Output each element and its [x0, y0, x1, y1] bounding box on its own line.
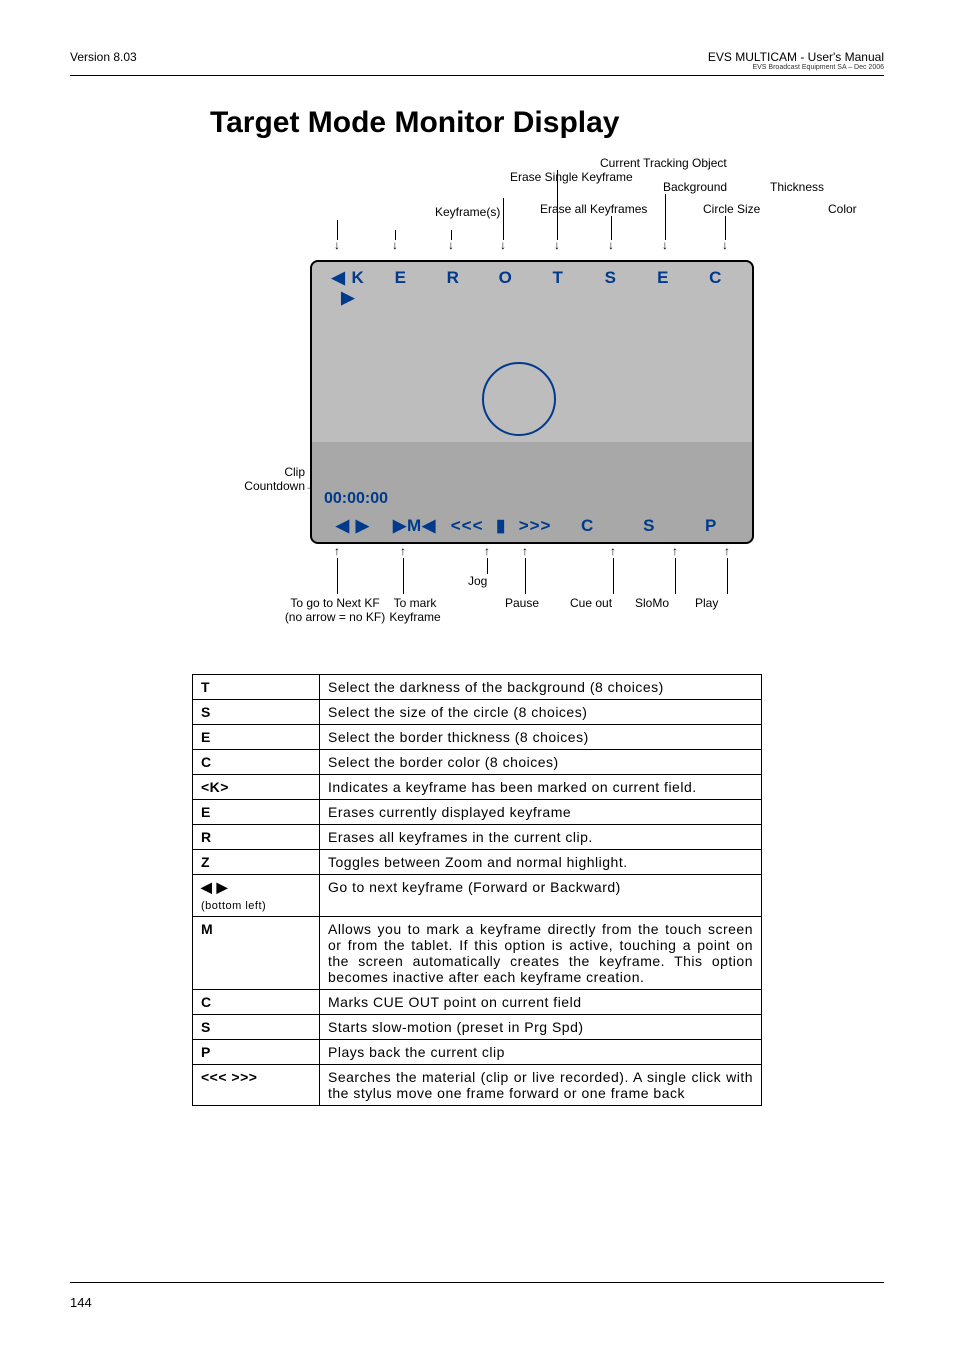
footer-rule	[70, 1282, 884, 1283]
page-title: Target Mode Monitor Display	[210, 106, 884, 140]
label-keyframes: Keyframe(s)	[435, 205, 500, 219]
btn-prev-next-kf[interactable]: ◀ ▶	[322, 516, 384, 536]
header-company: EVS Broadcast Equipment SA – Dec 2006	[708, 64, 884, 71]
header-version: Version 8.03	[70, 50, 137, 71]
label-thickness: Thickness	[770, 180, 824, 194]
definition-desc: Plays back the current clip	[320, 1040, 762, 1065]
label-pause: Pause	[505, 596, 539, 610]
btn-background[interactable]: T	[532, 268, 585, 308]
monitor-bottom-row: ◀ ▶ ▶M◀ <<< ▮ >>> C S P	[312, 510, 752, 542]
label-jog: Jog	[468, 574, 487, 588]
definition-key: C	[193, 990, 320, 1015]
table-row: EErases currently displayed keyframe	[193, 800, 762, 825]
definition-key: M	[193, 917, 320, 990]
target-circle	[482, 362, 556, 436]
label-slomo: SloMo	[635, 596, 669, 610]
definition-key: <<< >>>	[193, 1065, 320, 1106]
label-color: Color	[828, 202, 857, 216]
btn-jog-back[interactable]: <<<	[446, 516, 489, 536]
header-product: EVS MULTICAM - User's Manual	[708, 50, 884, 64]
definition-key: R	[193, 825, 320, 850]
definition-key: E	[193, 725, 320, 750]
definition-desc: Erases currently displayed keyframe	[320, 800, 762, 825]
table-row: PPlays back the current clip	[193, 1040, 762, 1065]
btn-pause[interactable]: ▮	[489, 516, 514, 536]
label-clip-countdown-1: Clip	[284, 465, 305, 479]
btn-erase-single[interactable]: E	[375, 268, 428, 308]
btn-color[interactable]: C	[690, 268, 743, 308]
definition-desc: Select the border thickness (8 choices)	[320, 725, 762, 750]
definition-desc: Allows you to mark a keyframe directly f…	[320, 917, 762, 990]
header-rule	[70, 75, 884, 76]
btn-mark-kf[interactable]: ▶M◀	[384, 516, 446, 536]
definition-key: C	[193, 750, 320, 775]
table-row: ZToggles between Zoom and normal highlig…	[193, 850, 762, 875]
definition-desc: Indicates a keyframe has been marked on …	[320, 775, 762, 800]
btn-keyframe-nav[interactable]: ◀ K ▶	[322, 268, 375, 308]
table-row: CSelect the border color (8 choices)	[193, 750, 762, 775]
btn-slomo[interactable]: S	[618, 516, 680, 536]
definition-desc: Select the size of the circle (8 choices…	[320, 700, 762, 725]
label-current-tracking: Current Tracking Object	[600, 156, 720, 170]
label-circle-size: Circle Size	[703, 202, 760, 216]
label-clip-countdown-2: Countdown	[244, 479, 305, 493]
btn-circle-size[interactable]: S	[585, 268, 638, 308]
btn-cue-out[interactable]: C	[557, 516, 619, 536]
page-number: 144	[70, 1295, 92, 1310]
definition-key: E	[193, 800, 320, 825]
btn-object[interactable]: O	[480, 268, 533, 308]
btn-thickness[interactable]: E	[637, 268, 690, 308]
btn-play[interactable]: P	[680, 516, 742, 536]
clip-countdown-value: 00:00:00	[324, 490, 388, 508]
definition-desc: Go to next keyframe (Forward or Backward…	[320, 875, 762, 917]
label-play: Play	[695, 596, 718, 610]
table-row: <K>Indicates a keyframe has been marked …	[193, 775, 762, 800]
table-row: CMarks CUE OUT point on current field	[193, 990, 762, 1015]
definition-key: <K>	[193, 775, 320, 800]
table-row: ◀ ▶(bottom left)Go to next keyframe (For…	[193, 875, 762, 917]
monitor-diagram: Current Tracking Object Erase Single Key…	[240, 160, 790, 634]
definition-desc: Starts slow-motion (preset in Prg Spd)	[320, 1015, 762, 1040]
table-row: ESelect the border thickness (8 choices)	[193, 725, 762, 750]
definition-desc: Toggles between Zoom and normal highligh…	[320, 850, 762, 875]
btn-erase-all[interactable]: R	[427, 268, 480, 308]
label-mark-kf: To mark Keyframe	[380, 596, 450, 624]
definition-key: P	[193, 1040, 320, 1065]
table-row: SStarts slow-motion (preset in Prg Spd)	[193, 1015, 762, 1040]
label-erase-single: Erase Single Keyframe	[510, 170, 600, 184]
definition-key: Z	[193, 850, 320, 875]
table-row: <<< >>>Searches the material (clip or li…	[193, 1065, 762, 1106]
definition-desc: Erases all keyframes in the current clip…	[320, 825, 762, 850]
label-background: Background	[663, 180, 727, 194]
monitor-top-row: ◀ K ▶ E R O T S E C	[312, 262, 752, 314]
definition-key: S	[193, 700, 320, 725]
definitions-table: TSelect the darkness of the background (…	[192, 674, 762, 1106]
definition-desc: Select the border color (8 choices)	[320, 750, 762, 775]
definition-desc: Select the darkness of the background (8…	[320, 675, 762, 700]
table-row: MAllows you to mark a keyframe directly …	[193, 917, 762, 990]
definition-key: T	[193, 675, 320, 700]
label-erase-all: Erase all Keyframes	[540, 202, 610, 216]
table-row: TSelect the darkness of the background (…	[193, 675, 762, 700]
definition-key: S	[193, 1015, 320, 1040]
definition-desc: Searches the material (clip or live reco…	[320, 1065, 762, 1106]
monitor-screen: ◀ K ▶ E R O T S E C 00:00:00 ◀ ▶ ▶M◀ <<<…	[310, 260, 754, 544]
btn-jog-fwd[interactable]: >>>	[513, 516, 556, 536]
label-cue-out: Cue out	[570, 596, 612, 610]
table-row: RErases all keyframes in the current cli…	[193, 825, 762, 850]
table-row: SSelect the size of the circle (8 choice…	[193, 700, 762, 725]
definition-desc: Marks CUE OUT point on current field	[320, 990, 762, 1015]
definition-key: ◀ ▶(bottom left)	[193, 875, 320, 917]
